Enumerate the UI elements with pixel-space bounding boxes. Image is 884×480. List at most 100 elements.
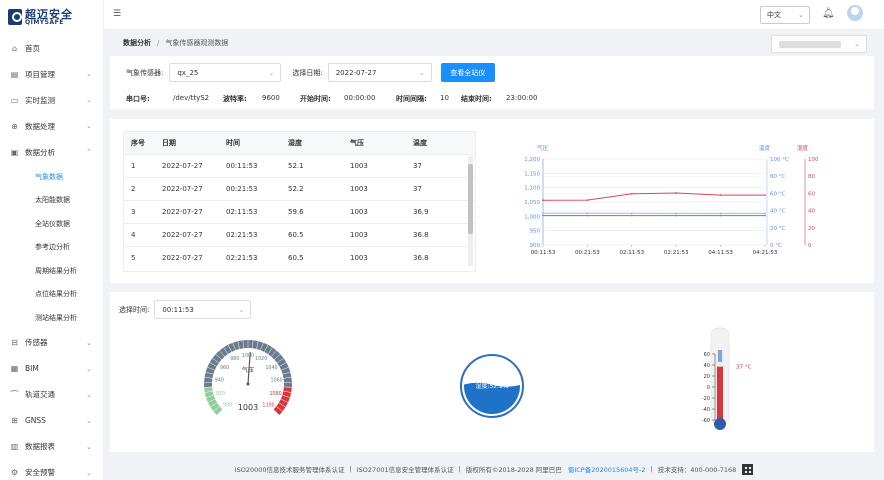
sidebar-item-label: 实时监测	[25, 95, 55, 105]
view-total-station-button[interactable]: 查看全站仪	[440, 63, 495, 82]
right-tick-label: 0	[808, 243, 812, 249]
gauge-tick-label: 1000	[242, 353, 254, 359]
sidebar-subitem[interactable]: 周期结果分析	[0, 259, 104, 283]
gauge-panel: 选择时间: 00:11:53 ⌄ 900 920 940 960 980 1000 1020…	[110, 292, 874, 452]
end-time-label: 结束时间:	[461, 95, 492, 103]
sidebar-item-project[interactable]: ▤ 项目管理 ⌄	[0, 61, 104, 87]
gauge-hub	[246, 382, 250, 386]
right-tick-label: 20 °C	[770, 226, 785, 232]
logo[interactable]: 超迈安全 QIMYSAFE	[8, 6, 83, 28]
thermo-tick-label: -20	[702, 396, 710, 402]
sidebar-subitem[interactable]: 全站仪数据	[0, 212, 104, 236]
sidebar-item-home[interactable]: ⌂ 首页	[0, 35, 104, 61]
qr-code-icon[interactable]	[742, 463, 754, 475]
chevron-down-icon: ⌄	[238, 305, 245, 314]
column-header: 气压	[350, 139, 364, 147]
table-row[interactable]: 2 2022-07-27 00:21:53 52.2 1003 37	[124, 177, 475, 200]
sidebar-item-report[interactable]: ▥ 数据报表 ⌄	[0, 434, 104, 460]
breadcrumb: 数据分析 / 气象传感器观测数据 ⌄	[110, 30, 884, 56]
sidebar-item-process[interactable]: ⊕ 数据处理 ⌄	[0, 113, 104, 139]
table-scrollbar[interactable]	[468, 156, 473, 266]
thermo-top-marker	[718, 350, 722, 362]
table-cell: 2	[131, 185, 136, 193]
data-point	[542, 212, 544, 215]
data-point	[586, 214, 589, 217]
sidebar-item-monitor[interactable]: ▭ 实时监测 ⌄	[0, 87, 104, 113]
bim-icon: ▦	[10, 364, 19, 373]
sidebar-subitem[interactable]: 参考边分析	[0, 236, 104, 260]
table-cell: 36.8	[413, 254, 429, 262]
sidebar-item-rail[interactable]: ⌒ 轨道交通 ⌄	[0, 382, 104, 408]
chevron-down-icon: ⌄	[798, 11, 804, 19]
sidebar-subitem[interactable]: 点位结果分析	[0, 283, 104, 307]
table-cell: 37	[413, 185, 422, 193]
footer-support: 技术支持：400-000-7168	[657, 466, 737, 474]
sidebar-item-analysis[interactable]: ▣ 数据分析 ⌃	[0, 139, 104, 165]
logo-text-en: QIMYSAFE	[25, 18, 64, 26]
sidebar-subitem[interactable]: 气象数据	[0, 165, 104, 189]
sidebar-item-bim[interactable]: ▦ BIM ⌄	[0, 356, 104, 382]
line-chart: 900 950 1,000 1,050 1,100 1,150 1,200 0 °C 20 °C…	[524, 144, 819, 256]
sidebar-item-alarm[interactable]: ⚙ 安全预警 ⌄	[0, 460, 104, 480]
column-header: 日期	[162, 139, 176, 147]
data-panel: 序号 日期 时间 湿度 气压 温度 1 2022-07-27 00:11:53 52.1 1003…	[110, 119, 874, 283]
column-header: 温度	[413, 139, 427, 147]
table-cell: 2022-07-27	[162, 254, 203, 262]
column-header: 序号	[131, 139, 145, 147]
date-label: 选择日期:	[292, 68, 323, 77]
sidebar-item-gnss[interactable]: ⊞ GNSS ⌄	[0, 408, 104, 434]
left-tick-label: 1,100	[524, 186, 540, 192]
avatar[interactable]	[847, 5, 863, 21]
time-select[interactable]: 00:11:53 ⌄	[154, 300, 252, 319]
table-cell: 36.9	[413, 208, 429, 216]
x-tick-label: 02:21:53	[664, 250, 689, 256]
column-header: 湿度	[288, 139, 302, 147]
right-tick-label: 60 °C	[770, 191, 785, 197]
menu-fold-icon[interactable]: ☰	[113, 10, 123, 19]
table-row[interactable]: 4 2022-07-27 02:21:53 60.5 1003 36.8	[124, 223, 475, 246]
bell-icon[interactable]: 🔔︎	[822, 8, 835, 19]
table-cell: 2022-07-27	[162, 208, 203, 216]
gauge-tick-label: 940	[215, 377, 224, 383]
gauge-tick-label: 1100	[262, 403, 274, 409]
date-select[interactable]: 2022-07-27 ⌄	[327, 63, 432, 82]
data-point	[630, 192, 633, 195]
start-time-value: 00:00:00	[344, 94, 376, 102]
x-tick-label: 00:11:53	[531, 250, 556, 256]
sidebar-item-label: 数据分析	[25, 147, 55, 157]
left-tick-label: 900	[530, 243, 541, 249]
sidebar-subitem[interactable]: 测站结果分析	[0, 306, 104, 330]
thermo-mercury	[717, 366, 723, 423]
table-cell: 37	[413, 162, 422, 170]
table-row[interactable]: 1 2022-07-27 00:11:53 52.1 1003 37	[124, 154, 475, 177]
x-tick-label: 02:11:53	[619, 250, 644, 256]
column-header: 时间	[226, 139, 240, 147]
gauge-tick-label: 1060	[271, 377, 283, 383]
language-select[interactable]: 中文 ⌄	[760, 6, 810, 24]
gauge-tick-label: 980	[230, 356, 239, 362]
data-point	[675, 192, 678, 194]
footer-icp-link[interactable]: 蜀ICP备2020015604号-2	[568, 464, 646, 474]
table-cell: 1003	[350, 208, 368, 216]
x-tick-label: 00:21:53	[575, 250, 600, 256]
right-tick-label: 80	[808, 174, 815, 180]
chevron-icon: ⌄	[86, 364, 92, 373]
breadcrumb-root[interactable]: 数据分析	[123, 38, 151, 48]
table-cell: 60.5	[288, 254, 304, 262]
pressure-gauge: 900 920 940 96098010001020 1040 1060 1080 1100 气…	[204, 340, 292, 416]
sidebar-subitem[interactable]: 太阳能数据	[0, 189, 104, 213]
sensor-value: qx_25	[177, 68, 199, 77]
table-row[interactable]: 3 2022-07-27 02:11:53 59.6 1003 36.9	[124, 200, 475, 223]
sensor-icon: ⊟	[11, 338, 18, 347]
chevron-icon: ⌄	[86, 338, 92, 347]
table-cell: 02:21:53	[226, 254, 258, 262]
table-cell: 36.8	[413, 231, 429, 239]
sidebar-menu: ⌂ 首页 ▤ 项目管理 ⌄ ▭ 实时监测 ⌄ ⊕ 数据处理 ⌄ ▣ 数据分析 ⌃ 气象数据 太阳能数据 全站仪数…	[0, 35, 104, 480]
table-cell: 52.2	[288, 185, 304, 193]
sensor-select[interactable]: qx_25 ⌄	[169, 63, 282, 82]
table-cell: 59.6	[288, 208, 304, 216]
table-row[interactable]: 5 2022-07-27 02:21:53 60.5 1003 36.8	[124, 246, 475, 269]
sidebar-item-sensor[interactable]: ⊟ 传感器 ⌄	[0, 330, 104, 356]
project-select[interactable]: ⌄	[771, 35, 867, 53]
data-point	[764, 212, 766, 215]
